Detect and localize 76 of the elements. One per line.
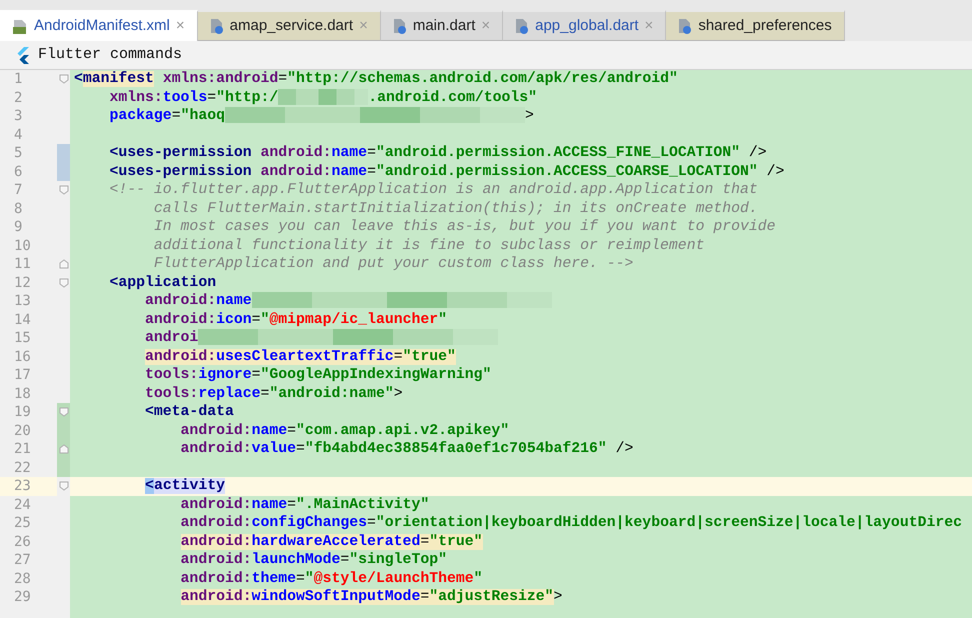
change-marker[interactable] [57,162,70,181]
file-icon [515,18,530,34]
code-line: android:name [74,292,972,310]
code-line: In most cases you can leave this as-is, but you if you want to provide [152,218,776,236]
line-number: 13 [13,292,32,310]
change-marker[interactable] [57,144,70,162]
fold-marker-icon[interactable] [58,407,68,418]
code-line: android:launchMode="singleTop" [180,551,448,570]
line-number: 9 [13,218,24,236]
fold-marker-icon[interactable] [58,278,68,288]
code-line: <application [108,274,218,292]
fold-marker-icon[interactable] [58,481,68,492]
code-line: android:configChanges="orientation|keyboardHidden|keyboard|screenSize|locale|layoutDirec [180,514,963,532]
code-line: <uses-permission android:name="android.permission.ACCESS_COARSE_LOCATION" /> [108,162,786,181]
line-number: 4 [13,126,24,144]
line-number: 1 [13,70,24,88]
fold-marker-icon[interactable] [58,74,68,84]
code-line: android:icon="@mipmap/ic_launcher" [144,310,448,329]
flutter-logo-icon [16,46,30,64]
code-line: <uses-permission android:name="android.permission.ACCESS_FINE_LOCATION" /> [108,144,768,162]
file-icon [12,18,28,34]
line-number: 19 [13,403,32,422]
code-line: xmlns:tools="http:/ .android.com/tools" [108,88,538,107]
code-line: tools:ignore="GoogleAppIndexingWarning" [144,366,492,384]
code-line: additional functionality it is fine to subclass or reimplement [152,236,706,255]
line-number: 16 [13,348,32,366]
file-icon [392,18,407,34]
code-line: calls FlutterMain.startInitialization(this); in its onCreate method. [152,200,759,218]
code-line: android:name="com.amap.api.v2.apikey" [180,422,510,440]
line-number: 23 [0,477,57,496]
editor-tab[interactable]: shared_preferences [666,10,845,41]
code-line: <manifest xmlns:android="http://schemas.android.com/apk/res/android" [74,70,679,88]
code-line: android:value="fb4abd4ec38854faa0ef1c7054baf216" /> [180,440,634,458]
code-line: android:theme="@style/LaunchTheme" [180,570,484,588]
line-number: 20 [13,422,32,440]
file-icon [210,18,224,34]
code-line: androi [74,329,972,348]
code-line: tools:replace="android:name"> [144,384,404,403]
line-number: 11 [13,255,32,274]
line-number: 12 [13,274,32,292]
line-number: 29 [13,588,32,606]
line-number: 3 [13,107,24,126]
code-line: android:windowSoftInputMode="adjustResize"> [180,588,564,606]
code-line: package="haoq > [108,107,535,126]
line-number: 10 [13,236,32,255]
line-number: 18 [13,384,32,403]
line-number: 14 [13,310,32,329]
code-line: FlutterApplication and put your custom class here. --> [152,255,634,274]
editor-tab[interactable]: amap_service.dart × [198,10,381,41]
editor-tab[interactable]: app_global.dart × [503,10,666,41]
line-number: 27 [13,551,32,570]
code-line: <!-- io.flutter.app.FlutterApplication is an android.app.Application that [108,181,759,200]
line-number: 24 [13,496,32,514]
toolbar-label[interactable]: Flutter commands [38,44,182,66]
fold-marker-icon[interactable] [58,444,68,454]
editor-tab[interactable]: main.dart × [380,10,504,41]
line-number: 2 [13,88,24,107]
file-icon [678,18,692,34]
line-number: 7 [13,181,24,200]
line-number: 21 [13,440,32,458]
line-number: 6 [13,162,24,181]
line-number: 15 [13,329,32,348]
line-number: 17 [13,366,32,384]
line-number: 22 [13,458,32,477]
code-line: <meta-data [144,403,235,422]
change-marker[interactable] [57,458,70,477]
line-number: 25 [13,514,32,532]
editor-tab[interactable]: AndroidManifest.xml × [0,10,198,41]
line-number: 5 [13,144,24,162]
change-marker[interactable] [57,403,70,422]
code-line: android:name=".MainActivity" [180,496,430,514]
line-number: 28 [13,570,32,588]
line-number: 26 [13,532,32,551]
fold-marker-icon[interactable] [58,185,68,196]
line-number: 8 [13,200,24,218]
fold-marker-icon[interactable] [58,259,68,270]
